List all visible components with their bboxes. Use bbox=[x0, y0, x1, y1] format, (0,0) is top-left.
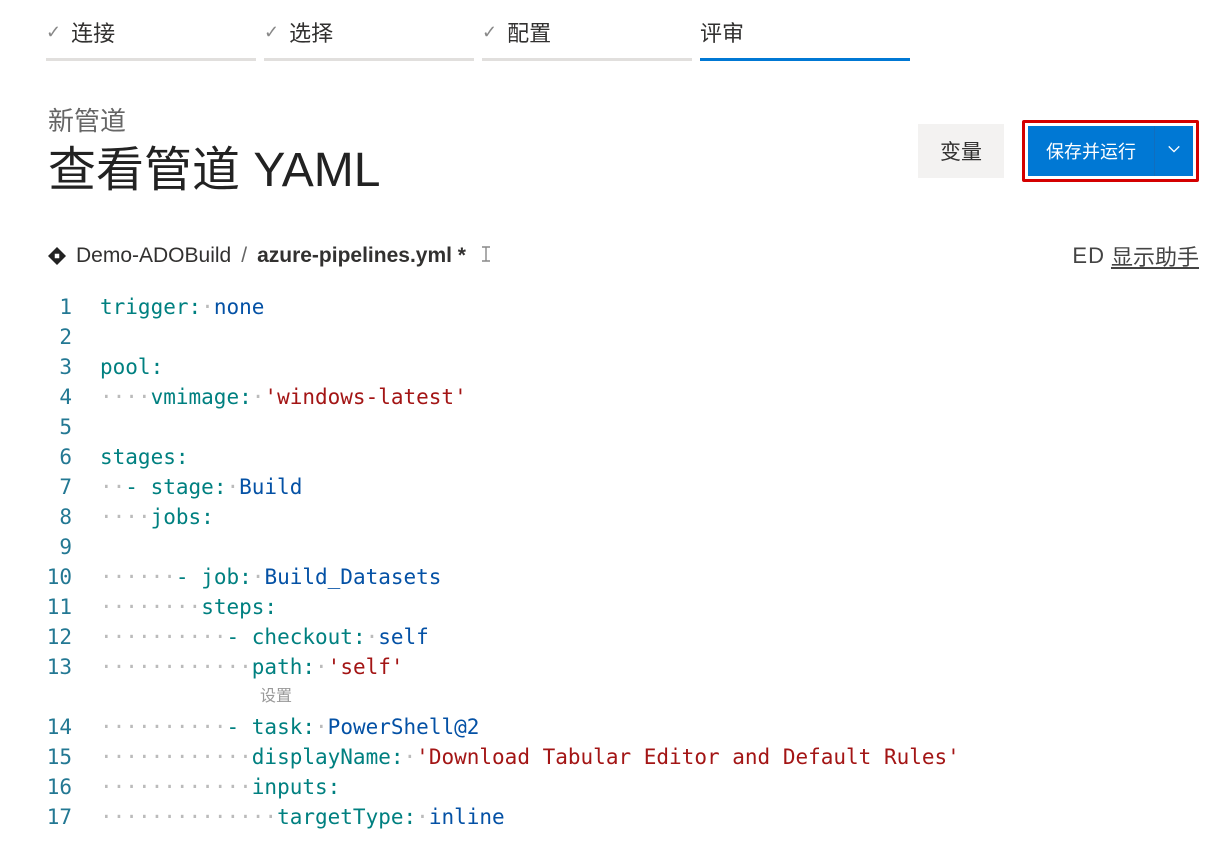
step-label: 配置 bbox=[507, 16, 551, 48]
code-line[interactable]: 7··- stage:·Build bbox=[0, 472, 1229, 502]
code-line[interactable]: 1trigger:·none bbox=[0, 292, 1229, 322]
repo-icon bbox=[48, 247, 66, 265]
code-line[interactable]: 14··········- task:·PowerShell@2 bbox=[0, 712, 1229, 742]
breadcrumb-repo[interactable]: Demo-ADOBuild bbox=[76, 244, 231, 268]
code-line[interactable]: 15············displayName:·'Download Tab… bbox=[0, 742, 1229, 772]
checkmark-icon: ✓ bbox=[264, 22, 279, 43]
task-settings-codelens[interactable]: 设置 bbox=[0, 682, 1229, 712]
code-content: ············displayName:·'Download Tabul… bbox=[100, 742, 960, 772]
line-number: 4 bbox=[0, 382, 100, 412]
title-block: 新管道 查看管道 YAML bbox=[48, 101, 381, 200]
code-line[interactable]: 13············path:·'self' bbox=[0, 652, 1229, 682]
code-content: ····jobs: bbox=[100, 502, 214, 532]
breadcrumb: Demo-ADOBuild / azure-pipelines.yml * bbox=[48, 244, 496, 269]
code-content: ····vmimage:·'windows-latest' bbox=[100, 382, 467, 412]
line-number: 1 bbox=[0, 292, 100, 322]
pipeline-stepper: ✓ 连接 ✓ 选择 ✓ 配置 评审 bbox=[0, 0, 1229, 71]
line-number: 2 bbox=[0, 322, 100, 352]
save-run-highlight: 保存并运行 bbox=[1022, 120, 1199, 182]
code-line[interactable]: 12··········- checkout:·self bbox=[0, 622, 1229, 652]
code-content: ··········- checkout:·self bbox=[100, 622, 429, 652]
code-line[interactable]: 17··············targetType:·inline bbox=[0, 802, 1229, 832]
step-connect[interactable]: ✓ 连接 bbox=[46, 10, 256, 61]
code-content: ············inputs: bbox=[100, 772, 340, 802]
line-number: 11 bbox=[0, 592, 100, 622]
step-label: 连接 bbox=[71, 16, 115, 48]
line-number: 3 bbox=[0, 352, 100, 382]
code-line[interactable]: 8····jobs: bbox=[0, 502, 1229, 532]
code-line[interactable]: 6stages: bbox=[0, 442, 1229, 472]
code-content: pool: bbox=[100, 352, 163, 382]
checkmark-icon: ✓ bbox=[46, 22, 61, 43]
code-line[interactable]: 3pool: bbox=[0, 352, 1229, 382]
step-label: 选择 bbox=[289, 16, 333, 48]
code-line[interactable]: 2 bbox=[0, 322, 1229, 352]
code-line[interactable]: 9 bbox=[0, 532, 1229, 562]
code-line[interactable]: 16············inputs: bbox=[0, 772, 1229, 802]
step-label: 评审 bbox=[700, 16, 744, 48]
page-header: 新管道 查看管道 YAML 变量 保存并运行 bbox=[0, 71, 1229, 210]
code-content: ··········- task:·PowerShell@2 bbox=[100, 712, 479, 742]
code-content: ··- stage:·Build bbox=[100, 472, 302, 502]
assistant-label: 显示助手 bbox=[1111, 240, 1199, 272]
line-number: 15 bbox=[0, 742, 100, 772]
line-number: 13 bbox=[0, 652, 100, 682]
show-assistant-toggle[interactable]: ED 显示助手 bbox=[1072, 240, 1199, 272]
line-number: 9 bbox=[0, 532, 100, 562]
line-number: 5 bbox=[0, 412, 100, 442]
line-number: 12 bbox=[0, 622, 100, 652]
line-number: 6 bbox=[0, 442, 100, 472]
step-review[interactable]: 评审 bbox=[700, 10, 910, 61]
assistant-prefix: ED bbox=[1072, 243, 1105, 269]
step-configure[interactable]: ✓ 配置 bbox=[482, 10, 692, 61]
line-number: 17 bbox=[0, 802, 100, 832]
checkmark-icon: ✓ bbox=[482, 22, 497, 43]
yaml-editor[interactable]: 1trigger:·none23pool:4····vmimage:·'wind… bbox=[0, 282, 1229, 832]
code-content: ··············targetType:·inline bbox=[100, 802, 505, 832]
variables-button[interactable]: 变量 bbox=[918, 124, 1004, 178]
step-select[interactable]: ✓ 选择 bbox=[264, 10, 474, 61]
code-content: ········steps: bbox=[100, 592, 277, 622]
chevron-down-icon bbox=[1167, 142, 1181, 156]
rename-icon[interactable] bbox=[476, 244, 496, 269]
code-line[interactable]: 4····vmimage:·'windows-latest' bbox=[0, 382, 1229, 412]
line-number: 8 bbox=[0, 502, 100, 532]
code-content: stages: bbox=[100, 442, 189, 472]
code-line[interactable]: 5 bbox=[0, 412, 1229, 442]
code-content: ······- job:·Build_Datasets bbox=[100, 562, 441, 592]
breadcrumb-separator: / bbox=[241, 244, 247, 268]
code-line[interactable]: 10······- job:·Build_Datasets bbox=[0, 562, 1229, 592]
code-content: trigger:·none bbox=[100, 292, 264, 322]
breadcrumb-file[interactable]: azure-pipelines.yml * bbox=[257, 244, 466, 268]
code-content: ············path:·'self' bbox=[100, 652, 404, 682]
save-and-run-button[interactable]: 保存并运行 bbox=[1028, 126, 1154, 176]
breadcrumb-row: Demo-ADOBuild / azure-pipelines.yml * ED… bbox=[0, 210, 1229, 282]
header-actions: 变量 保存并运行 bbox=[918, 120, 1199, 182]
line-number: 10 bbox=[0, 562, 100, 592]
line-number: 16 bbox=[0, 772, 100, 802]
save-and-run-dropdown[interactable] bbox=[1154, 126, 1193, 176]
line-number: 14 bbox=[0, 712, 100, 742]
code-line[interactable]: 11········steps: bbox=[0, 592, 1229, 622]
line-number: 7 bbox=[0, 472, 100, 502]
page-title: 查看管道 YAML bbox=[48, 130, 381, 200]
